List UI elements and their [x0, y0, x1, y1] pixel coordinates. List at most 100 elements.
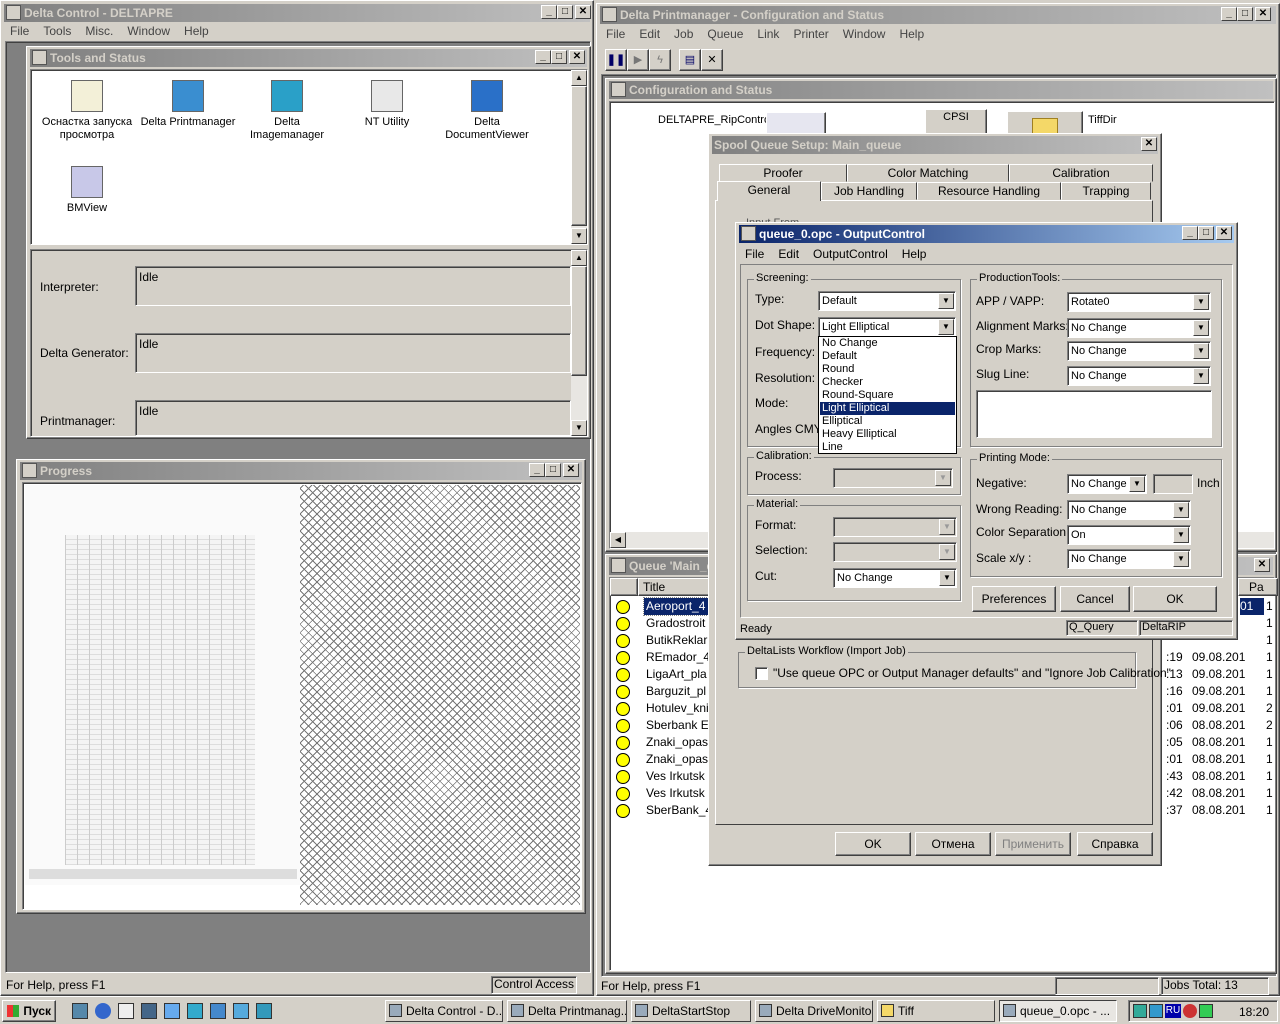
- tools-maximize-button[interactable]: □: [551, 50, 567, 64]
- dot-shape-option[interactable]: Line: [820, 441, 955, 454]
- task-delta-printmanager[interactable]: Delta Printmanag...: [507, 1000, 627, 1022]
- dot-shape-option[interactable]: Elliptical: [820, 415, 955, 428]
- task-tiff[interactable]: Tiff: [877, 1000, 995, 1022]
- menu-outputcontrol[interactable]: OutputControl: [813, 247, 888, 261]
- slug-text-area[interactable]: [976, 390, 1212, 438]
- menu-link[interactable]: Link: [757, 27, 779, 41]
- selection-select[interactable]: ▼: [833, 542, 957, 562]
- spool-help-button[interactable]: Справка: [1077, 832, 1153, 856]
- spool-close-button[interactable]: ✕: [1141, 137, 1157, 151]
- config-titlebar[interactable]: Configuration and Status: [609, 81, 1273, 99]
- progress-minimize-button[interactable]: _: [529, 463, 545, 477]
- queue-close-button[interactable]: ✕: [1254, 558, 1270, 572]
- chevron-down-icon[interactable]: ▼: [1129, 476, 1145, 492]
- spool-titlebar[interactable]: Spool Queue Setup: Main_queue: [712, 136, 1158, 154]
- menu-file[interactable]: File: [606, 27, 625, 41]
- chevron-down-icon[interactable]: ▼: [1193, 343, 1209, 359]
- chevron-down-icon[interactable]: ▼: [938, 293, 954, 309]
- menu-queue[interactable]: Queue: [707, 27, 743, 41]
- task-delta-control[interactable]: Delta Control - D...: [385, 1000, 503, 1022]
- scroll-thumb[interactable]: [571, 86, 587, 226]
- desktop-icon[interactable]: [72, 1003, 88, 1019]
- chevron-down-icon[interactable]: ▼: [935, 470, 951, 486]
- crop-select[interactable]: No Change ▼: [1067, 341, 1211, 361]
- tools-close-button[interactable]: ✕: [569, 50, 585, 64]
- chevron-down-icon[interactable]: ▼: [1173, 527, 1189, 543]
- start-button[interactable]: Пуск: [2, 1000, 56, 1022]
- properties-icon[interactable]: ▤: [679, 49, 701, 71]
- delta-control-titlebar[interactable]: Delta Control - DELTAPRE: [4, 4, 590, 22]
- job-title[interactable]: Hotulev_kni: [644, 700, 712, 717]
- output-maximize-button[interactable]: □: [1198, 226, 1214, 240]
- spool-ok-button[interactable]: OK: [835, 832, 911, 856]
- cancel-button[interactable]: Cancel: [1060, 586, 1130, 612]
- minimize-button[interactable]: _: [541, 5, 557, 19]
- maximize-button[interactable]: □: [1237, 7, 1253, 21]
- progress-maximize-button[interactable]: □: [545, 463, 561, 477]
- notepad-icon[interactable]: [118, 1003, 134, 1019]
- dot-shape-option[interactable]: No Change: [820, 337, 955, 350]
- task-deltastartstop[interactable]: DeltaStartStop: [631, 1000, 751, 1022]
- close-button[interactable]: ✕: [575, 5, 591, 19]
- color-separation-select[interactable]: On ▼: [1067, 525, 1191, 545]
- negative-select[interactable]: No Change ▼: [1067, 474, 1147, 494]
- chevron-down-icon[interactable]: ▼: [1193, 320, 1209, 336]
- process-select[interactable]: ▼: [833, 468, 953, 488]
- wrong-reading-select[interactable]: No Change ▼: [1067, 500, 1191, 520]
- spool-apply-button[interactable]: Применить: [995, 832, 1071, 856]
- job-title[interactable]: Znaki_opas: [644, 751, 712, 768]
- job-title[interactable]: SberBank_4: [644, 802, 712, 819]
- format-select[interactable]: ▼: [833, 517, 957, 537]
- job-title[interactable]: REmador_4: [644, 649, 712, 666]
- minimize-button[interactable]: _: [1221, 7, 1237, 21]
- tab-calibration[interactable]: Calibration: [1009, 164, 1153, 182]
- job-title[interactable]: Znaki_opas: [644, 734, 712, 751]
- menu-tools[interactable]: Tools: [43, 24, 71, 38]
- dot-shape-option[interactable]: Checker: [820, 376, 955, 389]
- scroll-left-icon[interactable]: ◀: [610, 532, 626, 548]
- tools-titlebar[interactable]: Tools and Status: [30, 49, 587, 67]
- imagemanager-launcher[interactable]: Delta Imagemanager: [237, 80, 337, 142]
- job-title[interactable]: Aeroport_4: [643, 597, 713, 616]
- bmview-launcher[interactable]: BMView: [37, 166, 137, 215]
- tab-trapping[interactable]: Trapping: [1061, 182, 1151, 200]
- app-launch-icon[interactable]: [210, 1003, 226, 1019]
- menu-misc[interactable]: Misc.: [85, 24, 113, 38]
- slug-select[interactable]: No Change ▼: [1067, 366, 1211, 386]
- chevron-down-icon[interactable]: ▼: [939, 519, 955, 535]
- menu-printer[interactable]: Printer: [793, 27, 828, 41]
- progress-titlebar[interactable]: Progress: [20, 462, 582, 480]
- menu-job[interactable]: Job: [674, 27, 693, 41]
- tray-icon[interactable]: [1149, 1004, 1163, 1018]
- app-launch-icon[interactable]: [233, 1003, 249, 1019]
- job-title[interactable]: Ves Irkutsk: [644, 768, 712, 785]
- tray-icon[interactable]: [1133, 1004, 1147, 1018]
- chevron-down-icon[interactable]: ▼: [939, 544, 955, 560]
- job-title[interactable]: LigaArt_pla: [644, 666, 712, 683]
- output-close-button[interactable]: ✕: [1216, 226, 1232, 240]
- job-title[interactable]: Ves Irkutsk: [644, 785, 712, 802]
- dot-shape-select[interactable]: Light Elliptical ▼: [818, 317, 956, 337]
- tools-scrollbar[interactable]: ▲ ▼: [571, 70, 587, 244]
- app-launch-icon[interactable]: [187, 1003, 203, 1019]
- app-launch-icon[interactable]: [164, 1003, 180, 1019]
- scroll-up-icon[interactable]: ▲: [571, 250, 587, 266]
- printmanager-titlebar[interactable]: Delta Printmanager - Configuration and S…: [600, 6, 1276, 24]
- workflow-checkbox[interactable]: [755, 667, 768, 680]
- job-title[interactable]: Barguzit_pl: [644, 683, 712, 700]
- scroll-down-icon[interactable]: ▼: [571, 228, 587, 244]
- tools-minimize-button[interactable]: _: [535, 50, 551, 64]
- tab-proofer[interactable]: Proofer: [719, 164, 847, 182]
- menu-file[interactable]: File: [745, 247, 764, 261]
- scroll-down-icon[interactable]: ▼: [571, 420, 587, 436]
- close-button[interactable]: ✕: [1255, 7, 1271, 21]
- documentviewer-launcher[interactable]: Delta DocumentViewer: [437, 80, 537, 142]
- snapin-launcher[interactable]: Оснастка запуска просмотра: [37, 80, 137, 142]
- tab-resource-handling[interactable]: Resource Handling: [917, 182, 1061, 200]
- output-titlebar[interactable]: queue_0.opc - OutputControl: [739, 225, 1234, 243]
- chevron-down-icon[interactable]: ▼: [939, 570, 955, 586]
- save-icon[interactable]: [141, 1003, 157, 1019]
- play-icon[interactable]: ▶: [627, 49, 649, 71]
- output-minimize-button[interactable]: _: [1182, 226, 1198, 240]
- dot-shape-option[interactable]: Heavy Elliptical: [820, 428, 955, 441]
